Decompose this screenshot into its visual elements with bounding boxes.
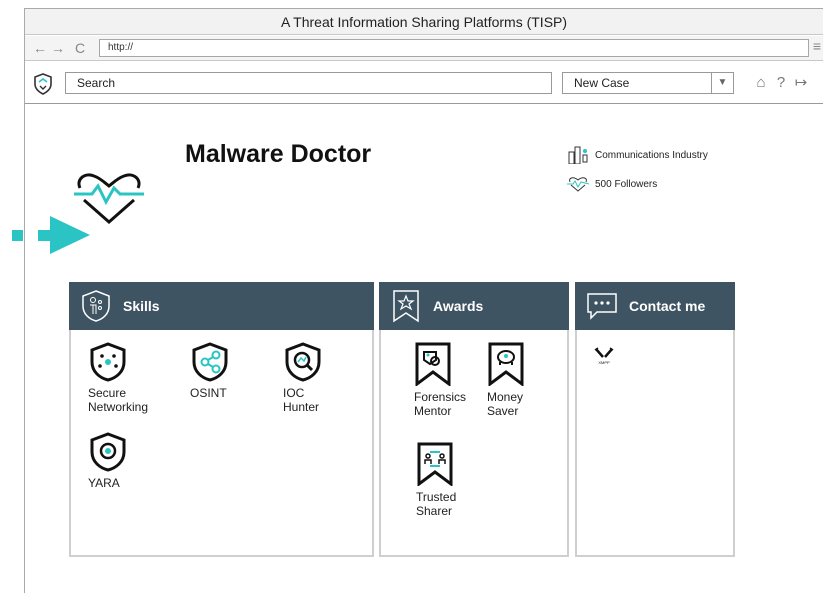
- skill-ioc-hunter[interactable]: IOC Hunter: [283, 342, 323, 414]
- chevron-down-icon[interactable]: ▼: [711, 73, 733, 93]
- contact-title: Contact me: [629, 298, 706, 314]
- app-toolbar: Search New Case ▼ ⌂ ? ↦: [25, 62, 823, 104]
- back-button[interactable]: ←: [33, 38, 47, 58]
- awards-header: Awards: [379, 282, 569, 330]
- window-title: A Threat Information Sharing Platforms (…: [25, 9, 823, 35]
- skills-panel: Skills Secure Networking OSINT IOC Hunte…: [69, 282, 374, 557]
- skill-yara[interactable]: YARA: [88, 432, 128, 490]
- award-label: Forensics Mentor: [414, 390, 467, 418]
- address-bar: ← → C http:// ≡: [25, 36, 823, 61]
- logout-icon[interactable]: ↦: [792, 73, 810, 93]
- help-icon[interactable]: ?: [772, 73, 790, 93]
- followers-row: 500 Followers: [567, 176, 657, 192]
- home-icon[interactable]: ⌂: [752, 73, 770, 93]
- forensics-mentor-ribbon-icon: [415, 342, 451, 386]
- skill-label: YARA: [88, 476, 120, 490]
- followers-label: 500 Followers: [595, 178, 658, 190]
- skill-label: Secure Networking: [88, 386, 149, 414]
- money-saver-ribbon-icon: [488, 342, 524, 386]
- award-ribbon-icon: [393, 290, 419, 323]
- contact-xmpp[interactable]: XMPP: [594, 347, 614, 365]
- awards-panel: Awards Forensics Mentor Money Saver Trus…: [379, 282, 569, 557]
- contact-header: Contact me: [575, 282, 735, 330]
- heart-pulse-icon: [567, 177, 589, 192]
- award-forensics-mentor[interactable]: Forensics Mentor: [414, 342, 466, 418]
- skill-secure-networking[interactable]: Secure Networking: [88, 342, 148, 414]
- award-label: Money Saver: [487, 390, 524, 418]
- awards-title: Awards: [433, 298, 484, 314]
- ioc-hunter-shield-icon: [285, 342, 321, 382]
- award-money-saver[interactable]: Money Saver: [487, 342, 525, 418]
- yara-shield-icon: [90, 432, 126, 472]
- forward-button[interactable]: →: [51, 38, 65, 58]
- trusted-sharer-ribbon-icon: [417, 442, 453, 486]
- url-input[interactable]: http://: [99, 39, 809, 57]
- app-shield-logo-icon[interactable]: [33, 73, 53, 95]
- contact-panel: Contact me XMPP: [575, 282, 735, 557]
- xmpp-icon: XMPP: [594, 347, 614, 365]
- skills-title: Skills: [123, 298, 160, 314]
- profile-name: Malware Doctor: [185, 140, 372, 168]
- accent-square: [12, 230, 23, 241]
- search-input[interactable]: Search: [65, 72, 552, 94]
- award-label: Trusted Sharer: [416, 490, 457, 518]
- osint-shield-icon: [192, 342, 228, 382]
- accent-arrow-stem: [38, 230, 50, 241]
- secure-networking-shield-icon: [90, 342, 126, 382]
- award-trusted-sharer[interactable]: Trusted Sharer: [416, 442, 456, 518]
- skill-label: IOC Hunter: [283, 386, 320, 414]
- industry-row: Communications Industry: [567, 146, 708, 164]
- accent-arrow-icon: [50, 216, 90, 254]
- reload-button[interactable]: C: [75, 38, 85, 58]
- industry-label: Communications Industry: [595, 149, 708, 161]
- skills-header: Skills: [69, 282, 374, 330]
- skill-label: OSINT: [190, 386, 227, 400]
- skill-osint[interactable]: OSINT: [190, 342, 230, 400]
- case-select[interactable]: New Case ▼: [562, 72, 734, 94]
- case-select-value: New Case: [574, 76, 630, 90]
- menu-icon[interactable]: ≡: [813, 38, 821, 54]
- xmpp-label: XMPP: [598, 360, 610, 365]
- skills-shield-icon: [82, 290, 110, 322]
- building-icon: [568, 146, 588, 164]
- chat-bubble-icon: [587, 293, 617, 320]
